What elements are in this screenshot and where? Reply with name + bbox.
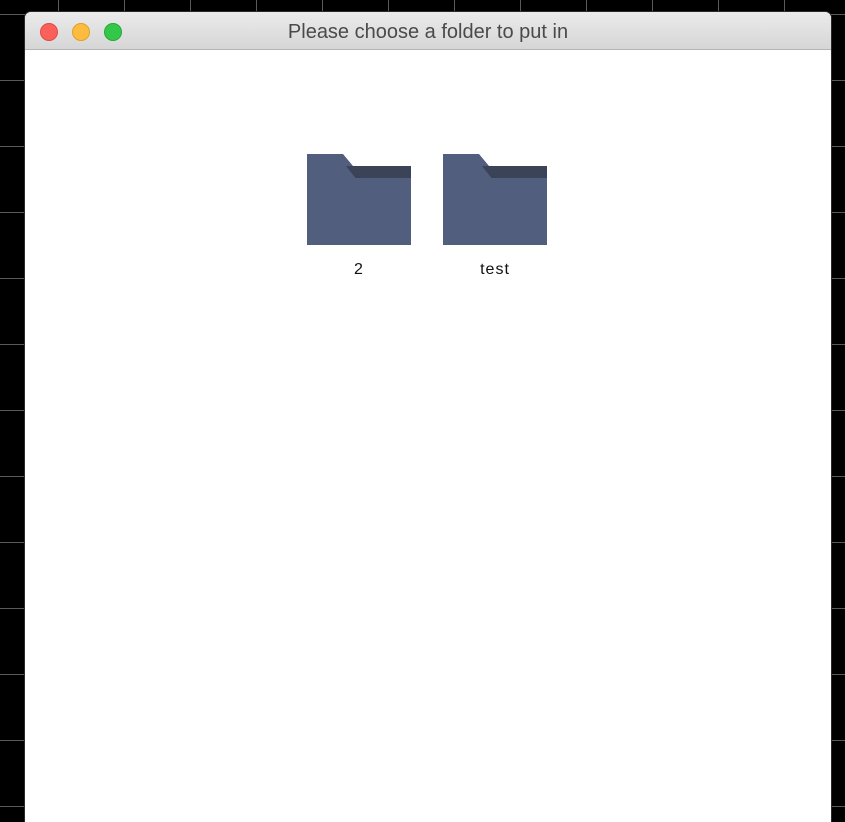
folder-chooser-window: Please choose a folder to put in 2 test	[25, 12, 831, 822]
folder-grid: 2 test	[25, 50, 831, 822]
folder-label: 2	[354, 261, 364, 278]
folder-item-test[interactable]: test	[443, 154, 547, 279]
folder-item-2[interactable]: 2	[307, 154, 411, 279]
title-bar[interactable]: Please choose a folder to put in	[25, 12, 831, 50]
folder-icon	[443, 154, 547, 245]
window-title: Please choose a folder to put in	[287, 21, 569, 43]
folder-icon	[307, 154, 411, 245]
folder-label: test	[480, 261, 510, 278]
